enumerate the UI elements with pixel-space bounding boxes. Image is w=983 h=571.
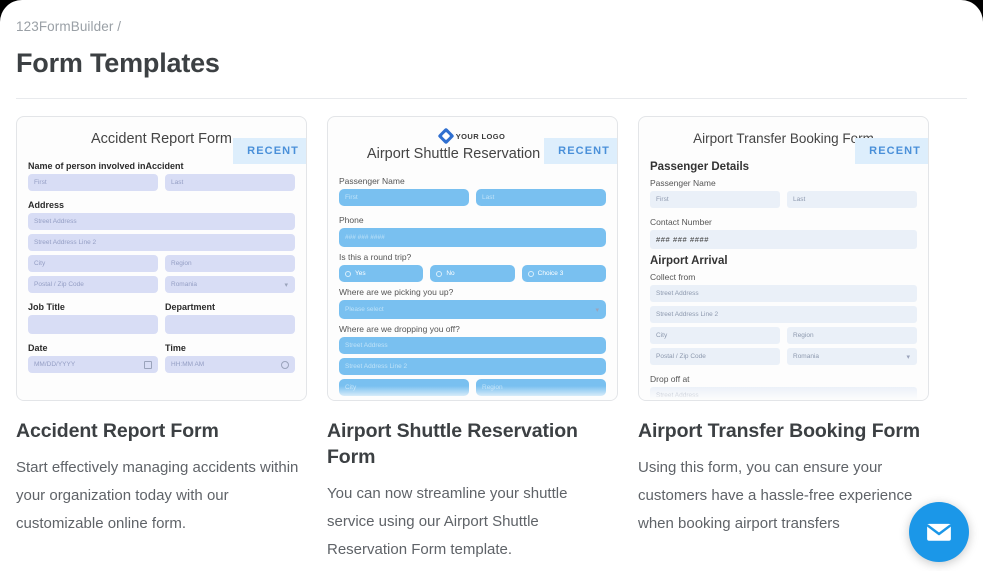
field-label-pickup: Where are we picking you up? — [339, 287, 454, 297]
template-grid: RECENT Accident Report Form Name of pers… — [0, 99, 983, 564]
radio-label: Choice 3 — [537, 270, 564, 277]
dropoff-region-input[interactable]: Region — [476, 379, 606, 396]
radio-option-no[interactable]: No — [430, 265, 515, 282]
collect-street-input[interactable]: Street Address — [650, 285, 917, 302]
page-title: Form Templates — [16, 48, 220, 78]
time-input[interactable]: HH:MM AM — [165, 356, 295, 373]
region-input[interactable]: Region — [165, 255, 295, 272]
chevron-down-icon: ▾ — [595, 306, 599, 314]
name-row: First Last — [339, 189, 606, 210]
collect-city-region-row: City Region — [650, 327, 917, 348]
radio-icon — [345, 270, 351, 277]
field-label-passenger-name: Passenger Name — [339, 176, 405, 186]
street-address-input[interactable]: Street Address — [28, 213, 295, 230]
chevron-down-icon: ▾ — [906, 353, 910, 361]
chat-widget-button[interactable] — [909, 502, 969, 562]
field-label-dropoff: Where are we dropping you off? — [339, 324, 460, 334]
dropoff-street-input[interactable]: Street Address — [339, 337, 606, 354]
template-card-airport-shuttle[interactable]: RECENT YOUR LOGO Airport Shuttle Reserva… — [327, 116, 618, 564]
zip-country-row: Postal / Zip Code Romania ▾ — [28, 276, 295, 297]
card-title[interactable]: Airport Shuttle Reservation Form — [327, 418, 618, 470]
template-card-airport-transfer[interactable]: RECENT Airport Transfer Booking Form Pas… — [638, 116, 929, 564]
form-preview-accident-report[interactable]: RECENT Accident Report Form Name of pers… — [16, 116, 307, 401]
job-dept-row — [28, 315, 295, 338]
city-region-row: City Region — [28, 255, 295, 276]
phone-input[interactable]: ### ### #### — [339, 228, 606, 247]
radio-icon — [436, 270, 443, 277]
status-badge: RECENT — [855, 138, 928, 164]
card-description: Start effectively managing accidents wit… — [16, 459, 299, 532]
zip-input[interactable]: Postal / Zip Code — [28, 276, 158, 293]
status-badge: RECENT — [233, 138, 306, 164]
card-title[interactable]: Airport Transfer Booking Form — [638, 418, 929, 444]
job-dept-label-row: Job Title Department — [28, 297, 295, 315]
last-name-input[interactable]: Last — [787, 191, 917, 208]
logo-text: YOUR LOGO — [455, 131, 506, 141]
street-address-line2-input[interactable]: Street Address Line 2 — [28, 234, 295, 251]
date-time-label-row: Date Time — [28, 338, 295, 356]
contact-number-input[interactable]: ### ### #### — [650, 230, 917, 249]
country-select[interactable]: Romania ▾ — [165, 276, 295, 293]
breadcrumb[interactable]: 123FormBuilder / — [16, 18, 967, 36]
last-name-input[interactable]: Last — [476, 189, 606, 206]
radio-option-yes[interactable]: Yes — [339, 265, 424, 282]
card-description: Using this form, you can ensure your cus… — [638, 459, 913, 532]
dropoff-city-input[interactable]: City — [339, 379, 469, 396]
name-row: First Last — [28, 174, 295, 195]
collect-zip-input[interactable]: Postal / Zip Code — [650, 348, 780, 365]
chevron-down-icon: ▾ — [284, 281, 288, 289]
first-name-input[interactable]: First — [339, 189, 469, 206]
section-airport-arrival: Airport Arrival — [650, 255, 728, 267]
field-label-contact-number: Contact Number — [650, 217, 712, 227]
dropoff-street2-input[interactable]: Street Address Line 2 — [339, 358, 606, 375]
page-header: 123FormBuilder / Form Templates — [0, 0, 983, 99]
clock-icon — [281, 360, 289, 369]
last-name-input[interactable]: Last — [165, 174, 295, 191]
job-title-input[interactable] — [28, 315, 158, 334]
collect-country-select[interactable]: Romania ▾ — [787, 348, 917, 365]
field-label-collect-from: Collect from — [650, 272, 696, 282]
field-label-drop-off-at: Drop off at — [650, 374, 690, 384]
first-name-input[interactable]: First — [28, 174, 158, 191]
envelope-icon — [926, 523, 952, 541]
field-label-passenger-name: Passenger Name — [650, 178, 716, 188]
card-title[interactable]: Accident Report Form — [16, 418, 307, 444]
radio-icon — [527, 270, 534, 277]
collect-city-input[interactable]: City — [650, 327, 780, 344]
status-badge: RECENT — [544, 138, 617, 164]
date-time-row: MM/DD/YYYY HH:MM AM — [28, 356, 295, 377]
template-card-accident-report[interactable]: RECENT Accident Report Form Name of pers… — [16, 116, 307, 564]
date-input[interactable]: MM/DD/YYYY — [28, 356, 158, 373]
field-label-time: Time — [165, 343, 186, 353]
city-input[interactable]: City — [28, 255, 158, 272]
collect-region-input[interactable]: Region — [787, 327, 917, 344]
radio-option-choice-3[interactable]: Choice 3 — [521, 265, 606, 282]
collect-zip-country-row: Postal / Zip Code Romania ▾ — [650, 348, 917, 369]
field-label-address: Address — [28, 200, 65, 210]
form-preview-airport-shuttle[interactable]: RECENT YOUR LOGO Airport Shuttle Reserva… — [327, 116, 618, 401]
radio-label: No — [446, 270, 455, 277]
dropoff-city-region-row: City Region — [339, 379, 606, 400]
field-label-department: Department — [165, 302, 216, 312]
dropoff-street-input[interactable]: Street Address — [650, 387, 917, 400]
radio-label: Yes — [355, 270, 366, 277]
field-label-round-trip: Is this a round trip? — [339, 252, 412, 262]
card-description: You can now streamline your shuttle serv… — [327, 485, 568, 558]
field-label-job-title: Job Title — [28, 302, 65, 312]
calendar-icon — [144, 360, 152, 369]
department-input[interactable] — [165, 315, 295, 334]
first-name-input[interactable]: First — [650, 191, 780, 208]
form-preview-airport-transfer[interactable]: RECENT Airport Transfer Booking Form Pas… — [638, 116, 929, 401]
pickup-select[interactable]: Please select ▾ — [339, 300, 606, 319]
page-root: 123FormBuilder / Form Templates RECENT A… — [0, 0, 983, 571]
field-label-phone: Phone — [339, 215, 364, 225]
collect-street2-input[interactable]: Street Address Line 2 — [650, 306, 917, 323]
field-label-date: Date — [28, 343, 48, 353]
name-row: First Last — [650, 191, 917, 212]
round-trip-choices: Yes No Choice 3 — [339, 265, 606, 282]
